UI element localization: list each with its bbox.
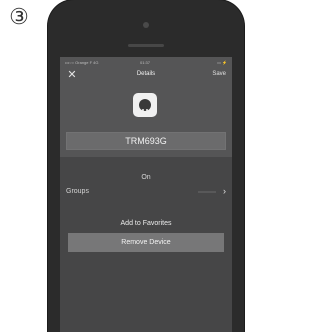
add-to-favorites-button[interactable]: Add to Favorites	[60, 220, 232, 227]
close-icon[interactable]: ✕	[65, 68, 79, 82]
remove-device-button[interactable]: Remove Device	[68, 233, 224, 252]
groups-value-placeholder	[198, 191, 216, 193]
device-settings-panel: On Groups › Add to Favorites Remove Devi…	[60, 157, 232, 332]
front-camera	[143, 22, 149, 28]
chevron-right-icon: ›	[223, 186, 226, 196]
status-time: 01:37	[140, 60, 151, 65]
step-number-badge: ③	[9, 4, 29, 29]
socket-pin-right	[146, 109, 148, 111]
device-state-label[interactable]: On	[60, 174, 232, 181]
status-bar: •••○○ Orange F 4G 01:37 ▭ ⚡	[60, 57, 232, 67]
socket-pin-left	[142, 109, 144, 111]
groups-label: Groups	[66, 188, 89, 195]
device-name-field[interactable]: TRM693G	[66, 132, 226, 150]
carrier-label: •••○○ Orange F 4G	[65, 60, 99, 65]
page-title: Details	[136, 71, 156, 77]
save-button[interactable]: Save	[212, 71, 226, 77]
app-screen: •••○○ Orange F 4G 01:37 ▭ ⚡ ✕ Details Sa…	[60, 57, 232, 332]
speaker-grill	[128, 44, 164, 47]
phone-frame: •••○○ Orange F 4G 01:37 ▭ ⚡ ✕ Details Sa…	[48, 0, 244, 332]
nav-bar: ✕ Details Save	[60, 67, 232, 83]
smart-plug-icon	[133, 93, 157, 117]
battery-icon: ▭ ⚡	[217, 60, 227, 65]
groups-row[interactable]: Groups ›	[60, 183, 232, 201]
socket-shape	[139, 99, 151, 111]
